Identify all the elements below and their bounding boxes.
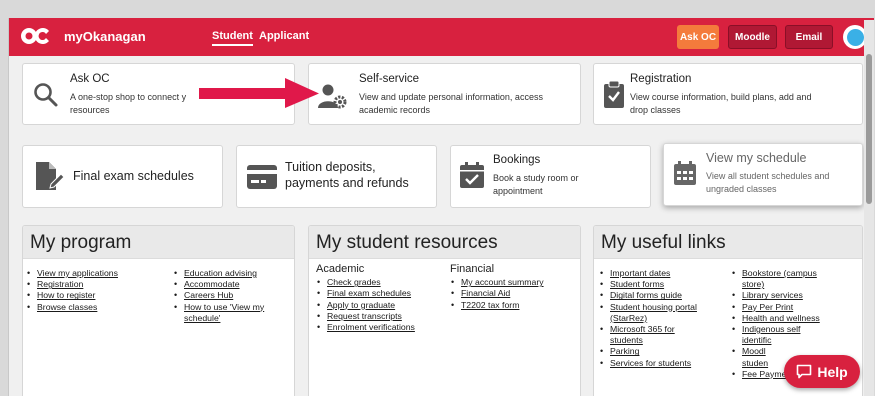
link-careers-hub[interactable]: Careers Hub xyxy=(184,290,233,300)
link-t2202[interactable]: T2202 tax form xyxy=(461,300,519,310)
tab-student[interactable]: Student xyxy=(212,30,253,46)
pointer-arrow-icon xyxy=(199,78,319,108)
tab-applicant[interactable]: Applicant xyxy=(259,30,309,42)
bookings-desc-2: appointment xyxy=(493,186,543,196)
ask-oc-desc: A one-stop shop to connect y xyxy=(70,92,187,102)
self-service-desc: View and update personal information, ac… xyxy=(359,92,543,102)
self-service-desc-2: academic records xyxy=(359,105,431,115)
link-parking[interactable]: Parking xyxy=(610,346,639,356)
link-how-to-use-schedule-2[interactable]: schedule' xyxy=(184,313,220,323)
link-request-transcripts[interactable]: Request transcripts xyxy=(327,311,402,321)
ask-oc-title: Ask OC xyxy=(70,73,110,85)
credit-card-icon xyxy=(247,165,277,189)
tuition-title: Tuition deposits, xyxy=(285,160,376,174)
user-gear-icon xyxy=(318,84,347,109)
page-scrollbar[interactable] xyxy=(864,20,874,396)
link-bookstore-2[interactable]: store) xyxy=(742,279,764,289)
moodle-button[interactable]: Moodle xyxy=(728,25,777,49)
top-nav-bar: myOkanagan Student Applicant Ask OC Mood… xyxy=(9,18,874,56)
ask-oc-button[interactable]: Ask OC xyxy=(677,25,719,49)
student-resources-panel: My student resources Academic Check grad… xyxy=(308,225,581,396)
financial-heading: Financial xyxy=(450,263,495,275)
view-schedule-desc: View all student schedules and xyxy=(706,171,830,181)
links-col-1: Important dates Student forms Digital fo… xyxy=(599,268,729,369)
registration-desc-2: drop classes xyxy=(630,105,681,115)
registration-card[interactable]: Registration View course information, bu… xyxy=(593,63,863,125)
link-browse-classes[interactable]: Browse classes xyxy=(37,302,97,312)
document-pen-icon xyxy=(36,162,64,190)
link-important-dates[interactable]: Important dates xyxy=(610,268,670,278)
financial-col: Financial My account summary Financial A… xyxy=(450,263,580,311)
link-view-applications[interactable]: View my applications xyxy=(37,268,118,278)
useful-links-title: My useful links xyxy=(594,226,862,259)
view-schedule-title: View my schedule xyxy=(706,151,807,165)
registration-desc: View course information, build plans, ad… xyxy=(630,92,812,102)
scrollbar-thumb[interactable] xyxy=(866,54,872,204)
view-schedule-desc-2: ungraded classes xyxy=(706,184,777,194)
program-col-2: Education advising Accommodate Careers H… xyxy=(173,268,293,324)
self-service-card[interactable]: Self-service View and update personal in… xyxy=(308,63,581,125)
clipboard-check-icon xyxy=(604,81,624,108)
link-indigenous-2[interactable]: identific xyxy=(742,335,771,345)
help-button[interactable]: Help xyxy=(784,355,860,388)
avatar-icon xyxy=(846,28,864,46)
link-financial-aid[interactable]: Financial Aid xyxy=(461,288,510,298)
link-bookstore[interactable]: Bookstore (campus xyxy=(742,268,817,278)
link-indigenous[interactable]: Indigenous self xyxy=(742,324,800,334)
link-health-wellness[interactable]: Health and wellness xyxy=(742,313,820,323)
link-check-grades[interactable]: Check grades xyxy=(327,277,381,287)
browser-viewport: myOkanagan Student Applicant Ask OC Mood… xyxy=(8,18,874,396)
bookings-title: Bookings xyxy=(493,154,541,166)
ask-oc-desc-2: resources xyxy=(70,105,110,115)
help-label: Help xyxy=(817,363,848,380)
academic-col: Academic Check grades Final exam schedul… xyxy=(316,263,456,333)
link-moodle[interactable]: Moodl xyxy=(742,346,766,356)
brand-name[interactable]: myOkanagan xyxy=(64,29,146,44)
link-enrolment-verifications[interactable]: Enrolment verifications xyxy=(327,322,415,332)
tuition-card[interactable]: Tuition deposits, payments and refunds xyxy=(236,145,437,208)
link-microsoft-365-2[interactable]: students xyxy=(610,335,643,345)
tuition-title-2: payments and refunds xyxy=(285,176,409,190)
oc-logo-icon[interactable] xyxy=(18,25,52,47)
link-account-summary[interactable]: My account summary xyxy=(461,277,544,287)
link-how-to-use-schedule[interactable]: How to use 'View my xyxy=(184,302,264,312)
chat-bubble-icon xyxy=(797,364,812,379)
link-final-exam-schedules[interactable]: Final exam schedules xyxy=(327,288,411,298)
link-housing-portal-2[interactable]: (StarRez) xyxy=(610,313,647,323)
registration-title: Registration xyxy=(630,73,692,85)
link-digital-forms-guide[interactable]: Digital forms guide xyxy=(610,290,682,300)
link-registration[interactable]: Registration xyxy=(37,279,83,289)
link-student-forms[interactable]: Student forms xyxy=(610,279,664,289)
link-microsoft-365[interactable]: Microsoft 365 for xyxy=(610,324,675,334)
final-exam-card[interactable]: Final exam schedules xyxy=(22,145,223,208)
link-education-advising[interactable]: Education advising xyxy=(184,268,257,278)
link-library[interactable]: Library services xyxy=(742,290,803,300)
link-apply-to-graduate[interactable]: Apply to graduate xyxy=(327,300,395,310)
calendar-check-icon xyxy=(460,162,484,188)
link-services[interactable]: Services for students xyxy=(610,358,691,368)
bookings-card[interactable]: Bookings Book a study room or appointmen… xyxy=(450,145,651,208)
academic-heading: Academic xyxy=(316,263,365,275)
email-button[interactable]: Email xyxy=(785,25,833,49)
link-moodle-2[interactable]: studen xyxy=(742,358,768,368)
self-service-title: Self-service xyxy=(359,73,420,85)
final-exam-title: Final exam schedules xyxy=(73,169,194,183)
link-how-to-register[interactable]: How to register xyxy=(37,290,95,300)
link-pay-per-print[interactable]: Pay Per Print xyxy=(742,302,793,312)
link-housing-portal[interactable]: Student housing portal xyxy=(610,302,697,312)
my-program-title: My program xyxy=(23,226,294,259)
view-schedule-card[interactable]: View my schedule View all student schedu… xyxy=(663,143,863,206)
search-icon xyxy=(34,83,58,107)
link-accommodate[interactable]: Accommodate xyxy=(184,279,240,289)
my-program-panel: My program View my applications Registra… xyxy=(22,225,295,396)
calendar-grid-icon xyxy=(674,161,696,185)
bookings-desc: Book a study room or xyxy=(493,173,579,183)
student-resources-title: My student resources xyxy=(309,226,580,259)
program-col-1: View my applications Registration How to… xyxy=(26,268,176,313)
